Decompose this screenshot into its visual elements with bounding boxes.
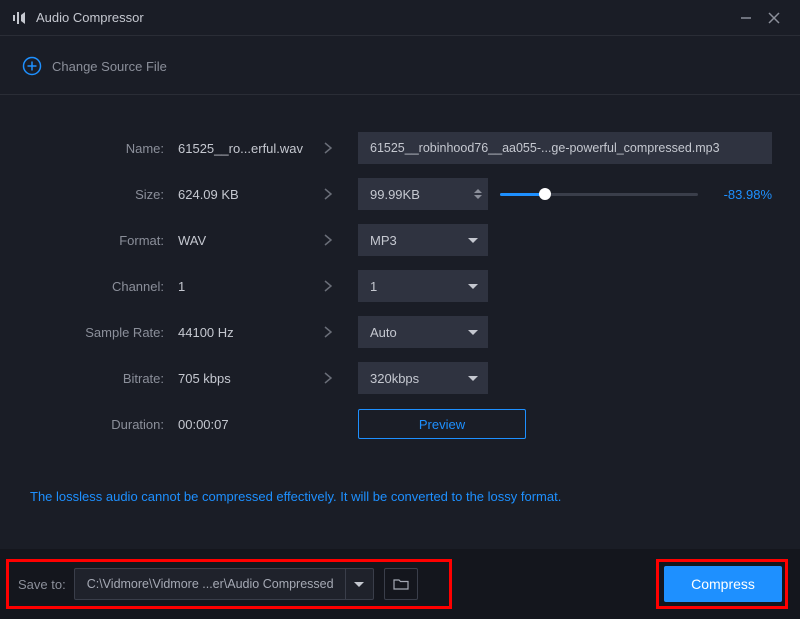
chevron-down-icon (468, 376, 478, 381)
app-icon (12, 10, 28, 26)
sample-rate-label: Sample Rate: (0, 325, 178, 340)
arrow-icon (298, 234, 358, 246)
name-label: Name: (0, 141, 178, 156)
size-label: Size: (0, 187, 178, 202)
change-source-row[interactable]: Change Source File (0, 36, 800, 95)
size-slider[interactable] (500, 178, 698, 210)
bitrate-dropdown[interactable]: 320kbps (358, 362, 488, 394)
minimize-icon (740, 12, 752, 24)
compression-percent: -83.98% (724, 187, 772, 202)
chevron-down-icon[interactable] (474, 195, 482, 199)
source-name: 61525__ro...erful.wav (178, 141, 298, 156)
change-source-label: Change Source File (52, 59, 167, 74)
chevron-down-icon (468, 284, 478, 289)
compress-button[interactable]: Compress (664, 566, 782, 602)
add-circle-icon (22, 56, 42, 76)
chevron-down-icon (468, 330, 478, 335)
chevron-down-icon (354, 582, 364, 587)
source-sample-rate: 44100 Hz (178, 325, 298, 340)
sample-rate-dropdown[interactable]: Auto (358, 316, 488, 348)
app-title: Audio Compressor (36, 10, 144, 25)
folder-icon (393, 578, 409, 590)
source-format: WAV (178, 233, 298, 248)
open-folder-button[interactable] (384, 568, 418, 600)
save-path-field[interactable]: C:\Vidmore\Vidmore ...er\Audio Compresse… (75, 577, 345, 591)
minimize-button[interactable] (732, 4, 760, 32)
chevron-up-icon[interactable] (474, 189, 482, 193)
preview-button[interactable]: Preview (358, 409, 526, 439)
save-path-dropdown[interactable] (345, 569, 373, 599)
warning-text: The lossless audio cannot be compressed … (0, 447, 772, 504)
source-size: 624.09 KB (178, 187, 298, 202)
source-duration: 00:00:07 (178, 417, 298, 432)
arrow-icon (298, 280, 358, 292)
arrow-icon (298, 188, 358, 200)
row-bitrate: Bitrate: 705 kbps 320kbps (0, 355, 772, 401)
app-logo: Audio Compressor (12, 10, 144, 26)
arrow-icon (298, 326, 358, 338)
row-size: Size: 624.09 KB 99.99KB -83.98% (0, 171, 772, 217)
output-filename-field[interactable]: 61525__robinhood76__aa055-...ge-powerful… (358, 132, 772, 164)
content-area: Name: 61525__ro...erful.wav 61525__robin… (0, 95, 800, 504)
chevron-down-icon (468, 238, 478, 243)
titlebar: Audio Compressor (0, 0, 800, 36)
channel-dropdown[interactable]: 1 (358, 270, 488, 302)
save-to-label: Save to: (18, 577, 66, 592)
source-channel: 1 (178, 279, 298, 294)
save-path-group: C:\Vidmore\Vidmore ...er\Audio Compresse… (74, 568, 374, 600)
footer-bar: Save to: C:\Vidmore\Vidmore ...er\Audio … (0, 549, 800, 619)
source-bitrate: 705 kbps (178, 371, 298, 386)
arrow-icon (298, 372, 358, 384)
slider-thumb[interactable] (539, 188, 551, 200)
row-duration: Duration: 00:00:07 Preview (0, 401, 772, 447)
close-button[interactable] (760, 4, 788, 32)
bitrate-label: Bitrate: (0, 371, 178, 386)
row-format: Format: WAV MP3 (0, 217, 772, 263)
close-icon (768, 12, 780, 24)
arrow-icon (298, 142, 358, 154)
row-sample-rate: Sample Rate: 44100 Hz Auto (0, 309, 772, 355)
duration-label: Duration: (0, 417, 178, 432)
row-name: Name: 61525__ro...erful.wav 61525__robin… (0, 125, 772, 171)
format-dropdown[interactable]: MP3 (358, 224, 488, 256)
row-channel: Channel: 1 1 (0, 263, 772, 309)
spinner-arrows[interactable] (474, 178, 482, 210)
target-size-spinner[interactable]: 99.99KB (358, 178, 488, 210)
format-label: Format: (0, 233, 178, 248)
channel-label: Channel: (0, 279, 178, 294)
